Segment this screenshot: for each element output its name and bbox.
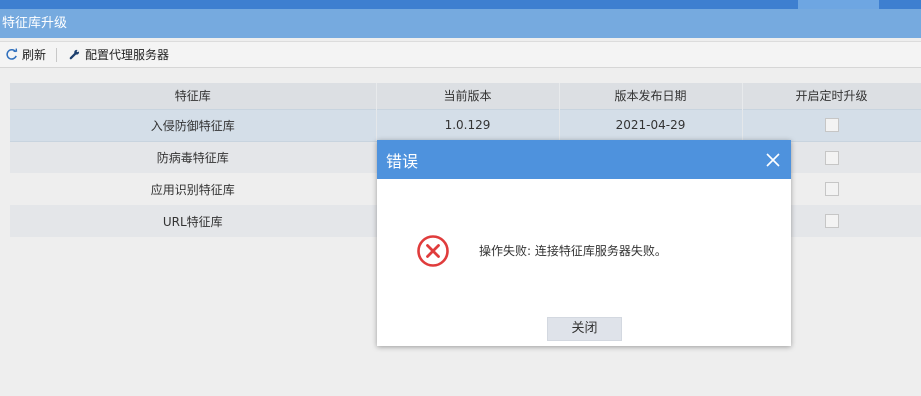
column-header-scheduled[interactable]: 开启定时升级	[742, 83, 921, 109]
toolbar: 刷新 配置代理服务器	[0, 41, 921, 68]
scheduled-checkbox[interactable]	[824, 150, 839, 165]
scheduled-checkbox[interactable]	[824, 182, 839, 197]
error-message: 操作失败: 连接特征库服务器失败。	[479, 244, 667, 258]
close-button[interactable]: 关闭	[547, 317, 622, 341]
top-nav-strip	[0, 0, 921, 9]
dialog-body: 操作失败: 连接特征库服务器失败。 关闭	[377, 179, 791, 346]
configure-proxy-label: 配置代理服务器	[85, 48, 170, 62]
table-row[interactable]: 入侵防御特征库 1.0.129 2021-04-29	[10, 108, 921, 142]
error-dialog: 错误 操作失败: 连接特征库服务器失败。 关闭	[377, 140, 791, 346]
cell-name: 应用识别特征库	[10, 173, 376, 205]
configure-proxy-button[interactable]: 配置代理服务器	[63, 42, 173, 67]
refresh-icon	[4, 48, 18, 62]
table-header-row: 特征库 当前版本 版本发布日期 开启定时升级	[10, 83, 921, 109]
column-header-name[interactable]: 特征库	[10, 83, 377, 109]
dialog-header[interactable]: 错误	[377, 140, 791, 179]
cell-version: 1.0.129	[376, 108, 560, 142]
scheduled-checkbox[interactable]	[824, 214, 839, 229]
column-header-date[interactable]: 版本发布日期	[559, 83, 743, 109]
refresh-label: 刷新	[22, 48, 47, 62]
dialog-title: 错误	[386, 151, 419, 171]
scheduled-checkbox[interactable]	[824, 118, 839, 133]
column-header-version[interactable]: 当前版本	[376, 83, 560, 109]
cell-name: 防病毒特征库	[10, 141, 377, 173]
page-title: 特征库升级	[0, 9, 921, 38]
wrench-icon	[67, 48, 81, 62]
cell-name: URL特征库	[10, 205, 377, 237]
error-circle-icon	[416, 234, 450, 268]
cell-name: 入侵防御特征库	[10, 108, 377, 142]
refresh-button[interactable]: 刷新	[0, 42, 50, 67]
cell-date: 2021-04-29	[559, 108, 743, 142]
toolbar-divider	[56, 47, 58, 62]
nav-tab-active[interactable]	[798, 0, 879, 9]
cell-scheduled	[742, 108, 921, 142]
close-icon[interactable]	[765, 152, 781, 168]
